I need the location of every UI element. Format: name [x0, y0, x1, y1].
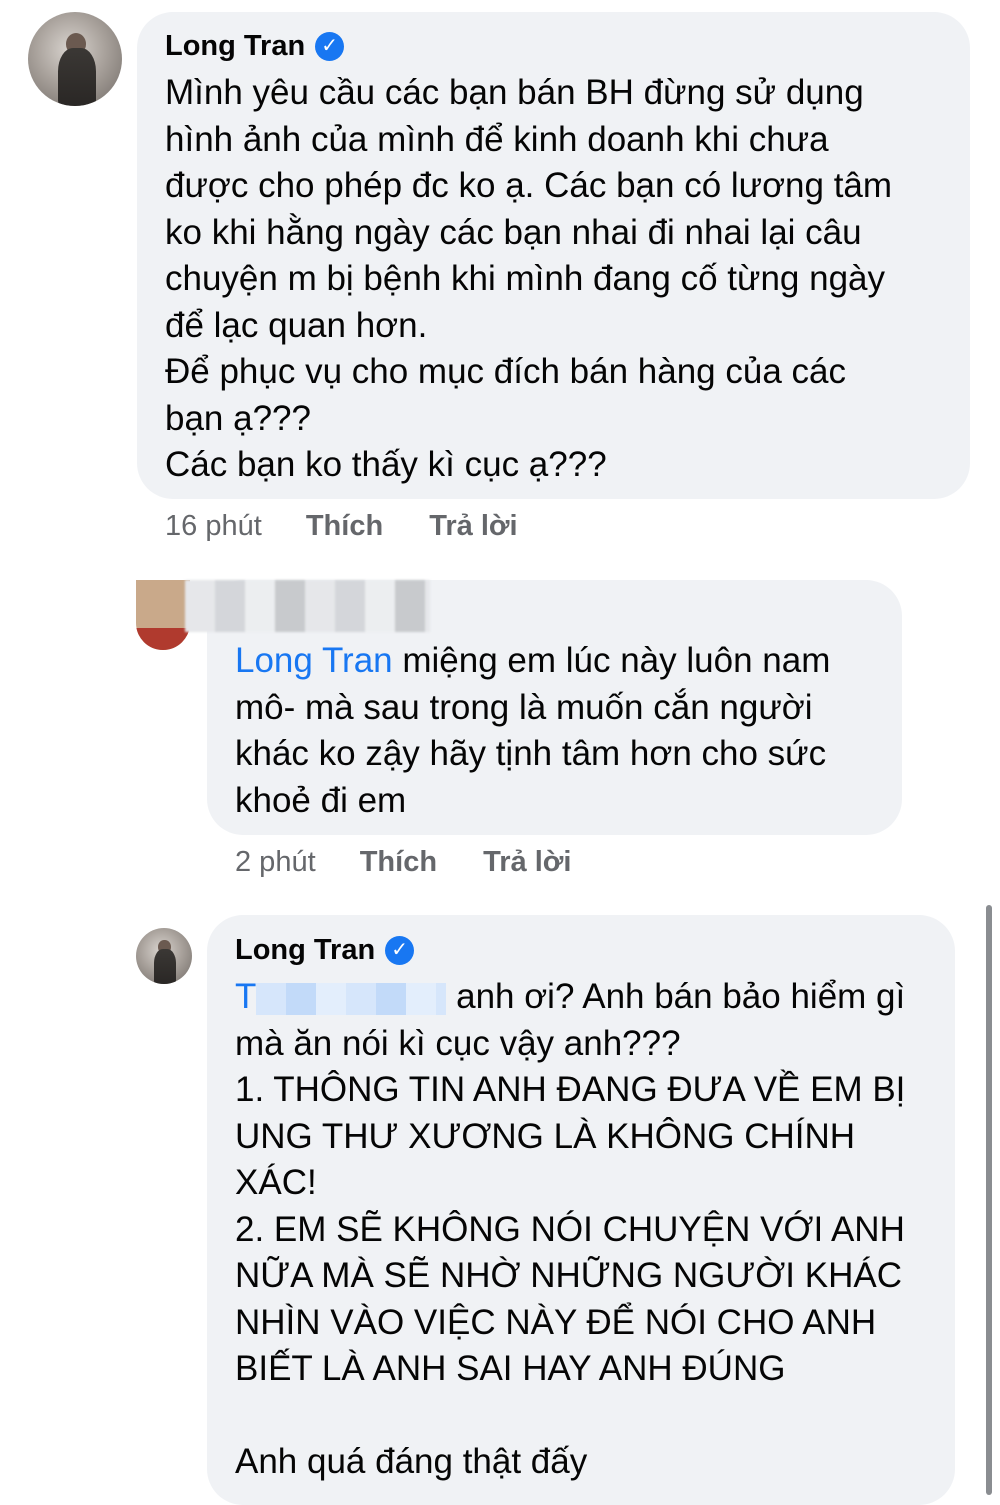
comment-line: XÁC! — [235, 1163, 317, 1202]
comment-line: 1. THÔNG TIN ANH ĐANG ĐƯA VỀ EM BỊ — [235, 1070, 906, 1109]
comment-line: mô- mà sau trong là muốn cắn người — [235, 687, 813, 727]
author-name[interactable]: Long Tran — [165, 30, 305, 63]
avatar-figure — [153, 949, 177, 984]
comment-line: ko khi hằng ngày các bạn nhai đi nhai lạ… — [165, 212, 862, 252]
comment-line: Các bạn ko thấy kì cục ạ??? — [165, 445, 607, 484]
comment-text: Mình yêu cầu các bạn bán BH đừng sử dụng… — [165, 70, 892, 489]
redacted-author-name — [185, 580, 430, 632]
comment-line: Mình yêu cầu các bạn bán BH đừng sử dụng — [165, 73, 864, 112]
reply-button[interactable]: Trả lời — [429, 510, 517, 542]
comment-text: Long Tran miệng em lúc này luôn nam mô- … — [235, 638, 830, 824]
comment-author[interactable]: Long Tran ✓ — [235, 934, 415, 967]
like-button[interactable]: Thích — [360, 846, 437, 878]
comment-author[interactable]: Long Tran ✓ — [165, 30, 345, 63]
avatar-figure — [58, 47, 96, 106]
comment-line: miệng em lúc này luôn nam — [392, 641, 831, 680]
comment-meta: 2 phút Thích Trả lời — [235, 846, 571, 879]
comment-text: T anh ơi? Anh bán bảo hiểm gì mà ăn nói … — [235, 974, 905, 1486]
scrollbar[interactable] — [986, 905, 992, 1495]
comment-line: anh ơi? Anh bán bảo hiểm gì — [446, 977, 906, 1016]
author-name[interactable]: Long Tran — [235, 934, 375, 967]
avatar-long-tran[interactable] — [28, 12, 122, 106]
comment-line: khoẻ đi em — [235, 780, 407, 820]
like-button[interactable]: Thích — [306, 510, 383, 542]
redacted-mention — [256, 982, 447, 1015]
avatar-blur — [136, 628, 190, 650]
reply-button[interactable]: Trả lời — [483, 846, 571, 878]
comment-meta: 16 phút Thích Trả lời — [165, 510, 518, 543]
timestamp[interactable]: 2 phút — [235, 846, 316, 878]
mention-link[interactable]: Long Tran — [235, 641, 393, 680]
avatar-long-tran[interactable] — [136, 928, 192, 984]
verified-badge-icon: ✓ — [315, 32, 345, 61]
comment-line: được cho phép đc ko ạ. Các bạn có lương … — [165, 166, 893, 205]
comment-line: khác ko zậy hãy tịnh tâm hơn cho sức — [235, 734, 827, 773]
comment-line: UNG THƯ XƯƠNG LÀ KHÔNG CHÍNH — [235, 1116, 856, 1156]
comment-line: NHÌN VÀO VIỆC NÀY ĐỂ NÓI CHO ANH — [235, 1302, 877, 1342]
comment-line: để lạc quan hơn. — [165, 305, 428, 345]
comment-line — [235, 1393, 905, 1440]
comment-line: mà ăn nói kì cục vậy anh??? — [235, 1023, 681, 1063]
avatar-commenter[interactable] — [136, 580, 190, 650]
timestamp[interactable]: 16 phút — [165, 510, 262, 542]
verified-badge-icon: ✓ — [385, 936, 415, 965]
mention-link[interactable]: T — [235, 977, 256, 1016]
comment-line: Anh quá đáng thật đấy — [235, 1442, 588, 1481]
comment-line: Để phục vụ cho mục đích bán hàng của các — [165, 352, 846, 391]
comment-line: 2. EM SẼ KHÔNG NÓI CHUYỆN VỚI ANH — [235, 1209, 905, 1249]
comment-line: chuyện m bị bệnh khi mình đang cố từng n… — [165, 259, 885, 298]
comment-line: bạn ạ??? — [165, 398, 311, 438]
comment-line: hình ảnh của mình để kinh doanh khi chưa — [165, 119, 829, 159]
comment-line: NỮA MÀ SẼ NHỜ NHỮNG NGƯỜI KHÁC — [235, 1256, 902, 1295]
comment-line: BIẾT LÀ ANH SAI HAY ANH ĐÚNG — [235, 1349, 786, 1388]
